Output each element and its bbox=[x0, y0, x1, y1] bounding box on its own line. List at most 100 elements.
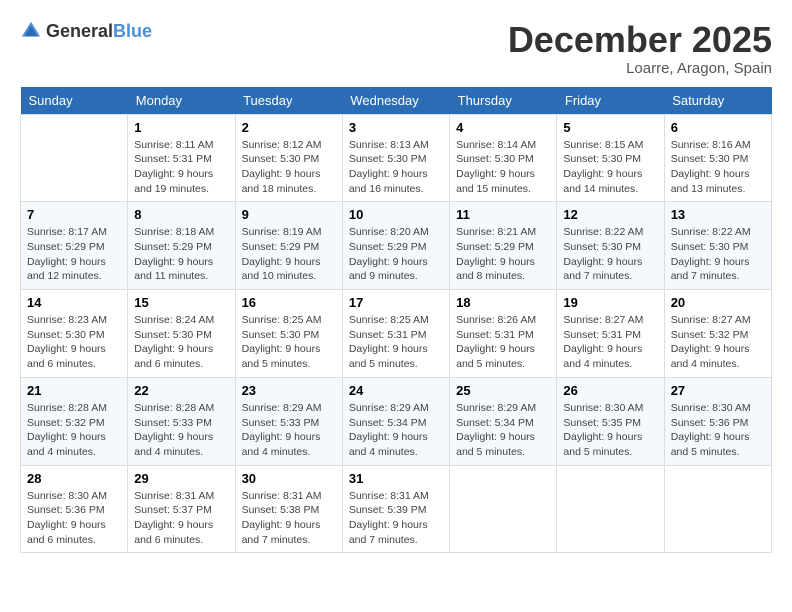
day-info: Sunrise: 8:29 AMSunset: 5:33 PMDaylight:… bbox=[242, 401, 336, 460]
day-number: 16 bbox=[242, 295, 336, 310]
day-number: 17 bbox=[349, 295, 443, 310]
day-number: 19 bbox=[563, 295, 657, 310]
day-info: Sunrise: 8:31 AMSunset: 5:37 PMDaylight:… bbox=[134, 489, 228, 548]
calendar-cell: 1 Sunrise: 8:11 AMSunset: 5:31 PMDaylight… bbox=[128, 114, 235, 202]
calendar-cell: 27 Sunrise: 8:30 AMSunset: 5:36 PMDayligh… bbox=[664, 377, 771, 465]
day-number: 29 bbox=[134, 471, 228, 486]
day-info: Sunrise: 8:13 AMSunset: 5:30 PMDaylight:… bbox=[349, 138, 443, 197]
calendar-week-row: 21 Sunrise: 8:28 AMSunset: 5:32 PMDayligh… bbox=[21, 377, 772, 465]
calendar-week-row: 1 Sunrise: 8:11 AMSunset: 5:31 PMDaylight… bbox=[21, 114, 772, 202]
day-number: 22 bbox=[134, 383, 228, 398]
day-info: Sunrise: 8:21 AMSunset: 5:29 PMDaylight:… bbox=[456, 225, 550, 284]
day-info: Sunrise: 8:22 AMSunset: 5:30 PMDaylight:… bbox=[671, 225, 765, 284]
calendar-cell: 20Sunrise: 8:27 AMSunset: 5:32 PMDayligh… bbox=[664, 290, 771, 378]
day-info: Sunrise: 8:17 AMSunset: 5:29 PMDaylight:… bbox=[27, 225, 121, 284]
calendar-cell: 13 Sunrise: 8:22 AMSunset: 5:30 PMDayligh… bbox=[664, 202, 771, 290]
day-number: 15 bbox=[134, 295, 228, 310]
day-number: 8 bbox=[134, 207, 228, 222]
day-number: 13 bbox=[671, 207, 765, 222]
page-header: GeneralBlue December 2025 Loarre, Aragon… bbox=[20, 20, 772, 77]
calendar-week-row: 7 Sunrise: 8:17 AMSunset: 5:29 PMDaylight… bbox=[21, 202, 772, 290]
day-info: Sunrise: 8:14 AMSunset: 5:30 PMDaylight:… bbox=[456, 138, 550, 197]
calendar-cell: 12 Sunrise: 8:22 AMSunset: 5:30 PMDayligh… bbox=[557, 202, 664, 290]
calendar-cell bbox=[557, 465, 664, 553]
calendar-week-row: 14 Sunrise: 8:23 AMSunset: 5:30 PMDayligh… bbox=[21, 290, 772, 378]
day-number: 18 bbox=[456, 295, 550, 310]
calendar-week-row: 28 Sunrise: 8:30 AMSunset: 5:36 PMDayligh… bbox=[21, 465, 772, 553]
day-number: 25 bbox=[456, 383, 550, 398]
day-number: 24 bbox=[349, 383, 443, 398]
day-info: Sunrise: 8:28 AMSunset: 5:33 PMDaylight:… bbox=[134, 401, 228, 460]
header-wednesday: Wednesday bbox=[342, 87, 449, 115]
day-info: Sunrise: 8:30 AMSunset: 5:36 PMDaylight:… bbox=[27, 489, 121, 548]
day-number: 3 bbox=[349, 120, 443, 135]
day-number: 6 bbox=[671, 120, 765, 135]
logo-icon bbox=[20, 20, 42, 42]
calendar-cell: 24 Sunrise: 8:29 AMSunset: 5:34 PMDayligh… bbox=[342, 377, 449, 465]
day-info: Sunrise: 8:29 AMSunset: 5:34 PMDaylight:… bbox=[456, 401, 550, 460]
day-number: 21 bbox=[27, 383, 121, 398]
day-number: 30 bbox=[242, 471, 336, 486]
day-info: Sunrise: 8:16 AMSunset: 5:30 PMDaylight:… bbox=[671, 138, 765, 197]
calendar-cell: 6 Sunrise: 8:16 AMSunset: 5:30 PMDaylight… bbox=[664, 114, 771, 202]
day-info: Sunrise: 8:25 AMSunset: 5:31 PMDaylight:… bbox=[349, 313, 443, 372]
logo: GeneralBlue bbox=[20, 20, 152, 42]
calendar-cell: 7 Sunrise: 8:17 AMSunset: 5:29 PMDaylight… bbox=[21, 202, 128, 290]
calendar-cell: 4 Sunrise: 8:14 AMSunset: 5:30 PMDaylight… bbox=[450, 114, 557, 202]
day-info: Sunrise: 8:23 AMSunset: 5:30 PMDaylight:… bbox=[27, 313, 121, 372]
day-number: 23 bbox=[242, 383, 336, 398]
day-info: Sunrise: 8:22 AMSunset: 5:30 PMDaylight:… bbox=[563, 225, 657, 284]
day-number: 9 bbox=[242, 207, 336, 222]
calendar-cell bbox=[450, 465, 557, 553]
day-info: Sunrise: 8:28 AMSunset: 5:32 PMDaylight:… bbox=[27, 401, 121, 460]
day-info: Sunrise: 8:30 AMSunset: 5:36 PMDaylight:… bbox=[671, 401, 765, 460]
header-sunday: Sunday bbox=[21, 87, 128, 115]
header-monday: Monday bbox=[128, 87, 235, 115]
day-info: Sunrise: 8:31 AMSunset: 5:39 PMDaylight:… bbox=[349, 489, 443, 548]
calendar-cell bbox=[21, 114, 128, 202]
day-info: Sunrise: 8:19 AMSunset: 5:29 PMDaylight:… bbox=[242, 225, 336, 284]
calendar-header-row: SundayMondayTuesdayWednesdayThursdayFrid… bbox=[21, 87, 772, 115]
day-info: Sunrise: 8:24 AMSunset: 5:30 PMDaylight:… bbox=[134, 313, 228, 372]
calendar-cell: 8 Sunrise: 8:18 AMSunset: 5:29 PMDaylight… bbox=[128, 202, 235, 290]
calendar-cell: 10 Sunrise: 8:20 AMSunset: 5:29 PMDayligh… bbox=[342, 202, 449, 290]
calendar-cell: 14 Sunrise: 8:23 AMSunset: 5:30 PMDayligh… bbox=[21, 290, 128, 378]
calendar-table: SundayMondayTuesdayWednesdayThursdayFrid… bbox=[20, 87, 772, 554]
day-number: 31 bbox=[349, 471, 443, 486]
calendar-cell: 30Sunrise: 8:31 AMSunset: 5:38 PMDayligh… bbox=[235, 465, 342, 553]
day-info: Sunrise: 8:29 AMSunset: 5:34 PMDaylight:… bbox=[349, 401, 443, 460]
day-info: Sunrise: 8:25 AMSunset: 5:30 PMDaylight:… bbox=[242, 313, 336, 372]
calendar-cell: 18Sunrise: 8:26 AMSunset: 5:31 PMDayligh… bbox=[450, 290, 557, 378]
month-title: December 2025 bbox=[508, 20, 772, 60]
day-info: Sunrise: 8:27 AMSunset: 5:32 PMDaylight:… bbox=[671, 313, 765, 372]
day-number: 28 bbox=[27, 471, 121, 486]
calendar-cell: 5Sunrise: 8:15 AMSunset: 5:30 PMDaylight… bbox=[557, 114, 664, 202]
day-number: 5 bbox=[563, 120, 657, 135]
calendar-cell: 22 Sunrise: 8:28 AMSunset: 5:33 PMDayligh… bbox=[128, 377, 235, 465]
day-number: 4 bbox=[456, 120, 550, 135]
logo-text: GeneralBlue bbox=[46, 21, 152, 42]
day-info: Sunrise: 8:11 AMSunset: 5:31 PMDaylight:… bbox=[134, 138, 228, 197]
calendar-cell: 9 Sunrise: 8:19 AMSunset: 5:29 PMDaylight… bbox=[235, 202, 342, 290]
day-number: 1 bbox=[134, 120, 228, 135]
calendar-cell: 2Sunrise: 8:12 AMSunset: 5:30 PMDaylight… bbox=[235, 114, 342, 202]
header-friday: Friday bbox=[557, 87, 664, 115]
logo-general: General bbox=[46, 21, 113, 41]
day-info: Sunrise: 8:12 AMSunset: 5:30 PMDaylight:… bbox=[242, 138, 336, 197]
day-number: 10 bbox=[349, 207, 443, 222]
calendar-cell: 28 Sunrise: 8:30 AMSunset: 5:36 PMDayligh… bbox=[21, 465, 128, 553]
day-info: Sunrise: 8:18 AMSunset: 5:29 PMDaylight:… bbox=[134, 225, 228, 284]
calendar-cell: 15 Sunrise: 8:24 AMSunset: 5:30 PMDayligh… bbox=[128, 290, 235, 378]
day-number: 27 bbox=[671, 383, 765, 398]
day-number: 12 bbox=[563, 207, 657, 222]
calendar-cell: 31 Sunrise: 8:31 AMSunset: 5:39 PMDayligh… bbox=[342, 465, 449, 553]
calendar-cell: 26Sunrise: 8:30 AMSunset: 5:35 PMDayligh… bbox=[557, 377, 664, 465]
day-info: Sunrise: 8:20 AMSunset: 5:29 PMDaylight:… bbox=[349, 225, 443, 284]
calendar-cell: 3 Sunrise: 8:13 AMSunset: 5:30 PMDaylight… bbox=[342, 114, 449, 202]
calendar-cell: 19Sunrise: 8:27 AMSunset: 5:31 PMDayligh… bbox=[557, 290, 664, 378]
day-number: 7 bbox=[27, 207, 121, 222]
header-saturday: Saturday bbox=[664, 87, 771, 115]
calendar-cell: 16 Sunrise: 8:25 AMSunset: 5:30 PMDayligh… bbox=[235, 290, 342, 378]
calendar-cell: 29 Sunrise: 8:31 AMSunset: 5:37 PMDayligh… bbox=[128, 465, 235, 553]
day-number: 14 bbox=[27, 295, 121, 310]
